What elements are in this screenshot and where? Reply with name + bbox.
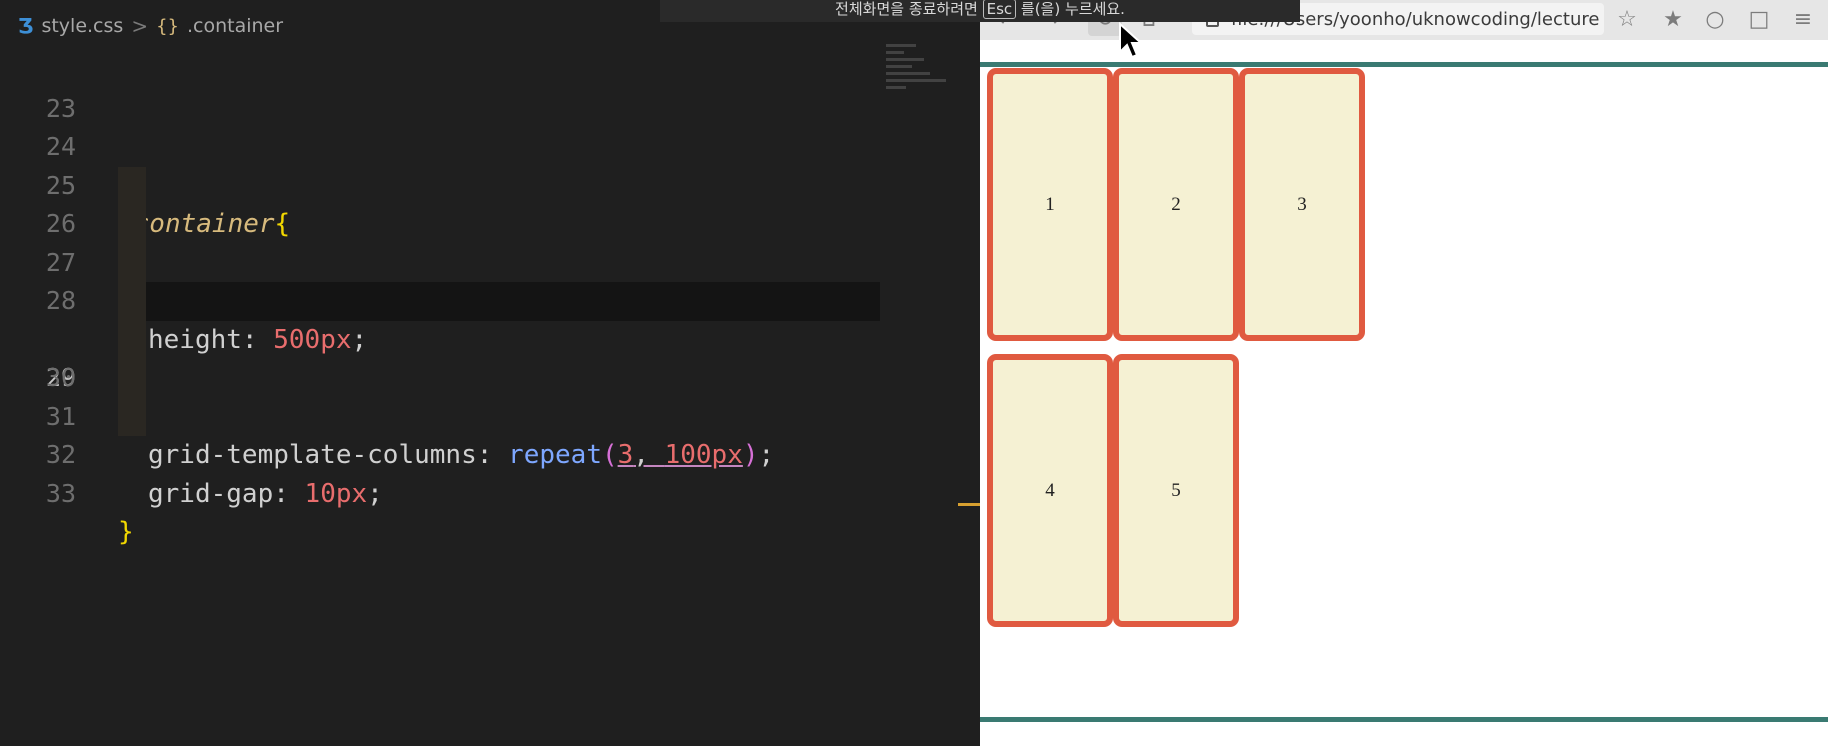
minimap-line <box>886 72 930 75</box>
code-line-32[interactable]: 32 <box>0 397 880 469</box>
pocket-icon[interactable]: ○ <box>1698 2 1732 36</box>
code-text: } <box>118 513 134 552</box>
esc-key: Esc <box>982 0 1017 19</box>
code-line-26[interactable]: 26 display: grid; <box>0 166 880 316</box>
code-line-28[interactable]: 28 <box>0 243 880 315</box>
code-line-29[interactable]: 29 grid-template-columns: repeat(3, 100p… <box>0 282 880 470</box>
bookmarks-icon[interactable]: ★ <box>1656 2 1690 36</box>
code-editor: Ʒ style.css > {} .container 23 24 25 .co… <box>0 0 980 746</box>
code-line-31[interactable]: 31 grid-gap: 10px; <box>0 359 880 509</box>
indent-guide <box>118 166 146 205</box>
minimap-line <box>886 51 904 54</box>
indent-guide <box>118 359 146 398</box>
notice-text: 를(을) 누르세요. <box>1016 0 1125 18</box>
current-line-highlight <box>118 282 880 321</box>
indent-guide <box>118 397 146 436</box>
code-text: grid-gap: 10px; <box>148 475 383 514</box>
indent-guide <box>118 282 146 321</box>
browser-toolbar: ← → ↻ ⌂ file:///Users/yoonho/uknowcoding… <box>660 0 1828 41</box>
breadcrumb-symbol[interactable]: .container <box>187 15 283 37</box>
indent-guide <box>118 205 146 244</box>
grid-container: 1 2 3 4 5 <box>980 62 1828 722</box>
browser-window: ← → ↻ ⌂ file:///Users/yoonho/uknowcoding… <box>660 0 1828 746</box>
grid-item-2: 2 <box>1113 68 1239 341</box>
breadcrumb-file[interactable]: style.css <box>41 15 123 37</box>
code-line-24[interactable]: 24 <box>0 90 880 161</box>
chevron-right-icon: > <box>131 14 149 38</box>
scrollbar-marker <box>958 503 980 506</box>
code-line-33[interactable]: 33 } <box>0 436 880 548</box>
code-area[interactable]: 23 24 25 .container{ 26 display: grid; 2… <box>0 51 880 548</box>
minimap-line <box>886 79 946 82</box>
css3-icon: Ʒ <box>18 14 34 38</box>
line-number: 33 <box>45 478 76 508</box>
menu-icon[interactable]: ≡ <box>1786 2 1820 36</box>
semicolon: ; <box>367 478 383 509</box>
star-icon[interactable]: ☆ <box>1610 2 1644 36</box>
css-value: 10px <box>304 478 368 509</box>
colon: : <box>273 478 305 509</box>
css-selector-icon: {} <box>156 15 179 37</box>
minimap[interactable] <box>886 40 958 130</box>
grid-item-4: 4 <box>987 354 1113 627</box>
grid-item-3: 3 <box>1239 68 1365 341</box>
grid-item-5: 5 <box>1113 354 1239 627</box>
mouse-cursor-icon <box>1119 22 1144 59</box>
minimap-line <box>886 86 906 89</box>
code-line-23[interactable]: 23 <box>0 51 880 123</box>
code-line-27[interactable]: 27 height: 500px; <box>0 205 880 355</box>
code-line-25[interactable]: 25 .container{ <box>0 128 880 240</box>
close-brace: } <box>118 517 134 547</box>
minimap-line <box>886 44 916 47</box>
code-line-30[interactable]: 30 <box>0 320 880 392</box>
css-property: grid-gap <box>148 478 274 509</box>
notice-text: 전체화면을 종료하려면 <box>835 0 983 18</box>
fullscreen-notice: 전체화면을 종료하려면 Esc 를(을) 누르세요. <box>660 0 1300 22</box>
page-viewport[interactable]: 1 2 3 4 5 <box>980 40 1828 746</box>
indent-guide <box>118 320 146 359</box>
indent-guide <box>118 243 146 282</box>
extensions-icon[interactable]: □ <box>1742 2 1776 36</box>
minimap-line <box>886 65 912 68</box>
grid-item-1: 1 <box>987 68 1113 341</box>
minimap-line <box>886 58 924 61</box>
